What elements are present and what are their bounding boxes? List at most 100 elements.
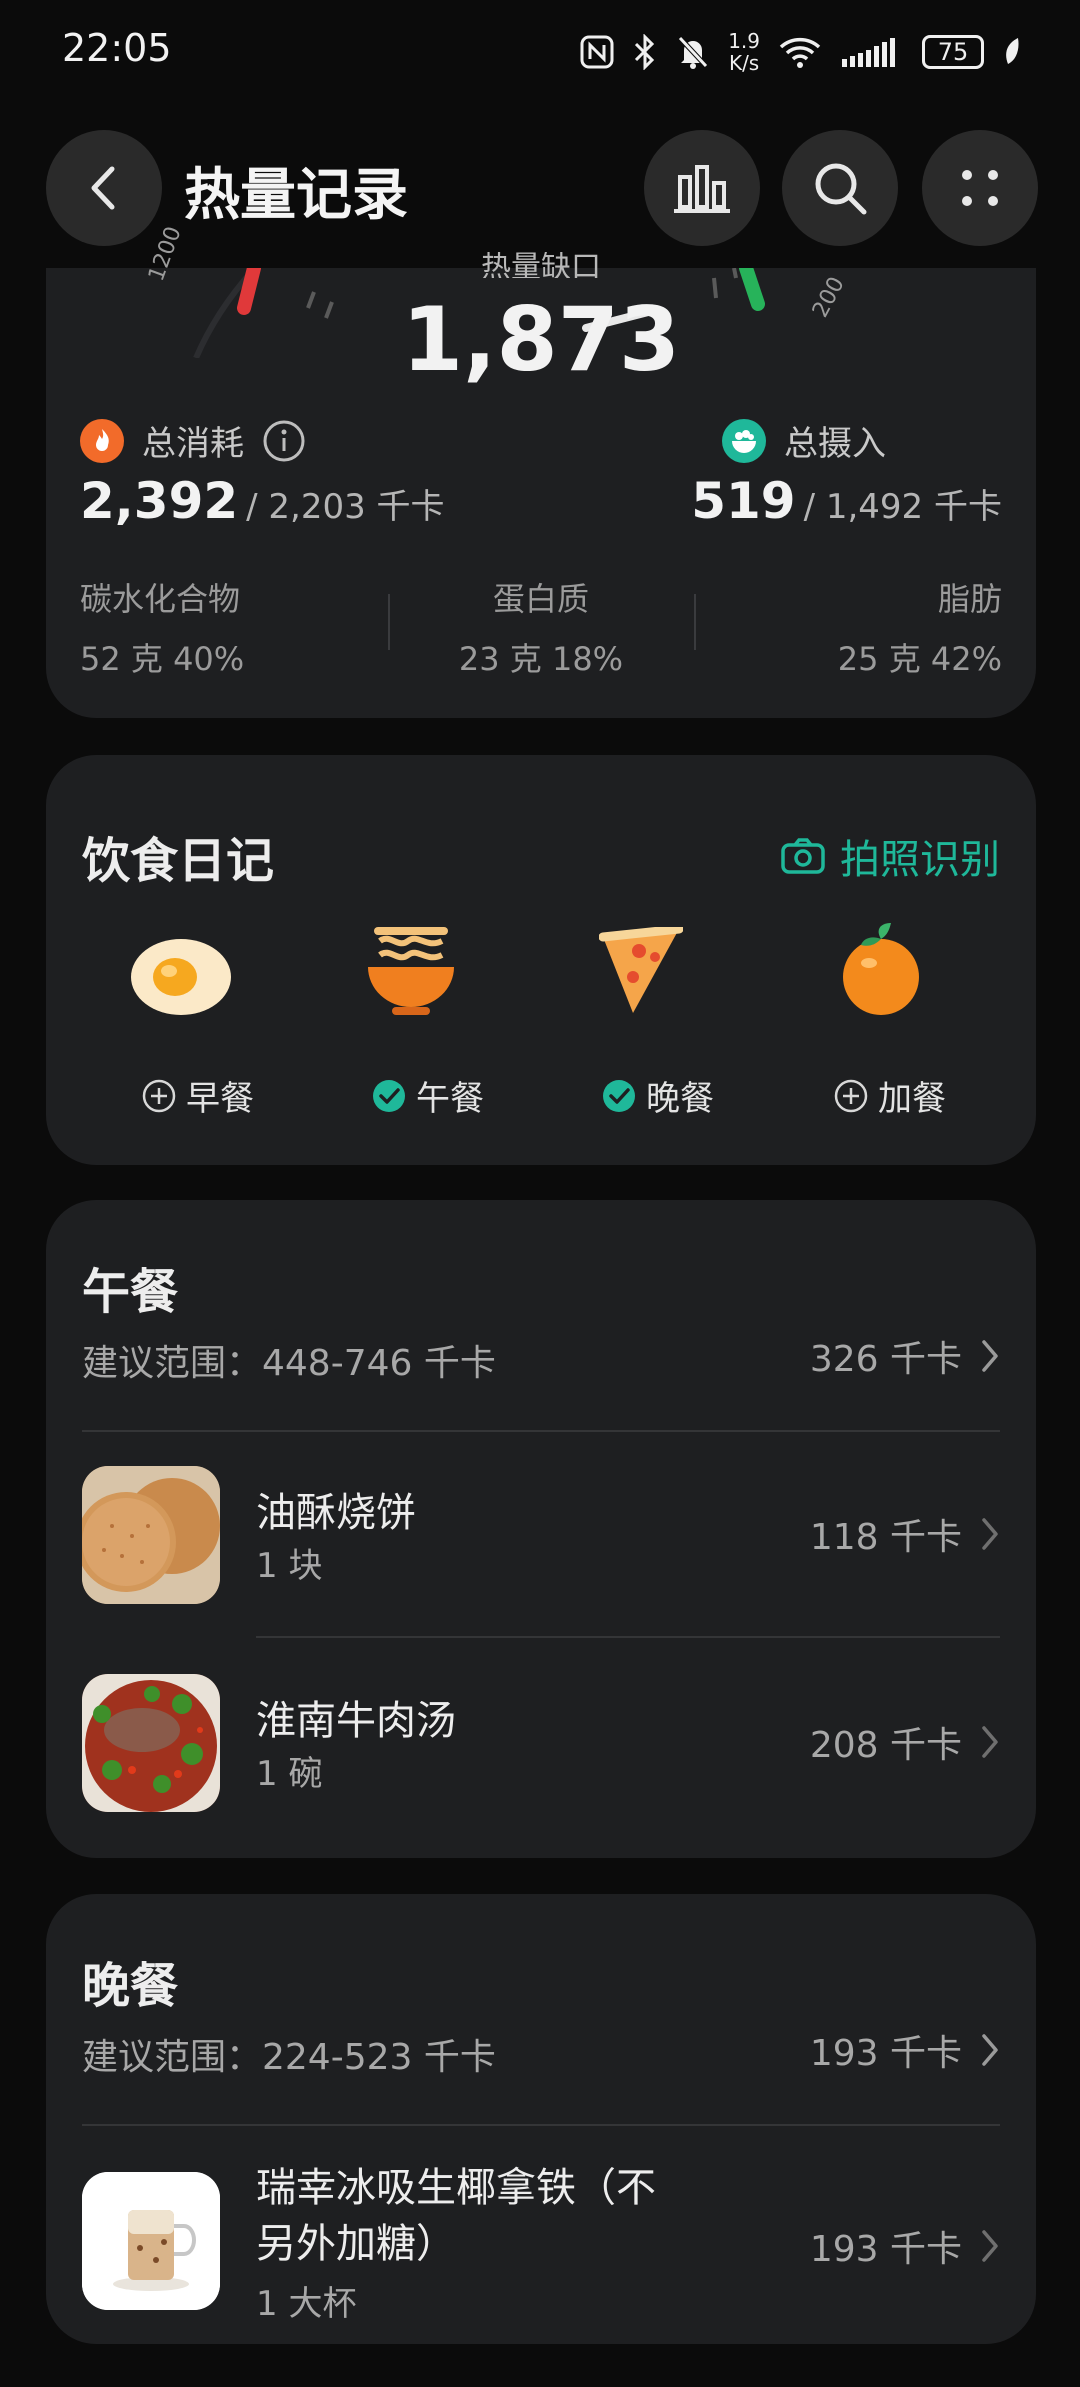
chevron-right-icon: [982, 2230, 998, 2262]
macro-detail: 25 克 42%: [837, 640, 1002, 678]
orange-icon: [843, 923, 919, 1015]
dinner-range: 建议范围：224-523 千卡: [82, 2037, 496, 2078]
total-burn-header: 总消耗: [80, 416, 306, 465]
meal-label: 加餐: [878, 1079, 946, 1119]
food-kcal: 208 千卡: [809, 1725, 962, 1766]
lunch-card: 午餐 建议范围：448-746 千卡 326 千卡 油酥烧饼 1 块 118 千…: [46, 1200, 1036, 1858]
photo-recognize-button[interactable]: 拍照识别: [780, 827, 1000, 885]
pizza-icon: [598, 924, 684, 1013]
dinner-total-link[interactable]: 193 千卡: [810, 2024, 1000, 2076]
macro-carbs: 碳水化合物 52 克 40%: [80, 574, 410, 680]
back-button[interactable]: [46, 130, 162, 246]
food-diary-card: 饮食日记 拍照识别 早餐 午餐 晚餐 加餐: [46, 755, 1036, 1165]
battery-icon: 75: [922, 35, 984, 69]
food-name: 淮南牛肉汤: [256, 1698, 456, 1744]
dinner-total: 193 千卡: [809, 2033, 962, 2074]
total-intake-values: 519 / 1,492 千卡: [691, 472, 1002, 530]
signal-icon: [840, 35, 904, 69]
leaf-icon: [1002, 36, 1022, 68]
check-circle-icon: [603, 1079, 635, 1112]
meal-snack-action[interactable]: 加餐: [834, 1071, 946, 1120]
macro-detail: 52 克 40%: [80, 640, 245, 678]
net-speed: 1.9 K/s: [728, 30, 760, 74]
food-item[interactable]: 油酥烧饼 1 块 118 千卡: [82, 1466, 1000, 1606]
food-item[interactable]: 淮南牛肉汤 1 碗 208 千卡: [82, 1674, 1000, 1814]
add-circle-icon: [142, 1079, 176, 1112]
food-kcal: 118 千卡: [809, 1517, 962, 1558]
more-dots-icon: [962, 170, 998, 206]
nfc-icon: [580, 35, 614, 69]
meal-breakfast-action[interactable]: 早餐: [142, 1071, 254, 1120]
status-bar: 22:05 1.9 K/s 75: [0, 0, 1080, 110]
total-intake-target: / 1,492 千卡: [803, 487, 1002, 527]
check-circle-icon: [373, 1079, 405, 1112]
meal-lunch-action[interactable]: 午餐: [372, 1071, 484, 1120]
chevron-right-icon: [982, 1518, 998, 1550]
dinner-title: 晚餐: [82, 1958, 179, 2014]
macro-fat: 脂肪 25 克 42%: [672, 574, 1002, 680]
food-item[interactable]: 瑞幸冰吸生椰拿铁（不 另外加糖） 1 大杯 193 千卡: [82, 2160, 1000, 2324]
meal-lunch[interactable]: [336, 923, 486, 1023]
chevron-right-icon: [982, 2034, 998, 2066]
calorie-summary-card: 1200 200 热量缺口 1,873 总消耗 2,392 / 2,203 千卡…: [46, 223, 1036, 718]
food-name: 油酥烧饼: [256, 1490, 416, 1536]
bar-chart-icon: [674, 165, 730, 213]
camera-icon: [781, 838, 825, 874]
divider: [82, 2124, 1000, 2126]
bowl-icon: [722, 418, 766, 463]
divider: [256, 1636, 1000, 1638]
status-icons: 1.9 K/s 75: [580, 30, 1022, 74]
meal-snack[interactable]: [806, 921, 956, 1021]
macro-name: 蛋白质: [492, 580, 589, 618]
flame-icon: [80, 418, 124, 463]
photo-recognize-label: 拍照识别: [840, 837, 1000, 883]
food-kcal-group: 118 千卡: [810, 1508, 1000, 1560]
noodle-bowl-icon: [368, 927, 454, 1015]
macro-protein: 蛋白质 23 克 18%: [376, 574, 706, 680]
divider: [82, 1430, 1000, 1432]
net-speed-value: 1.9: [728, 29, 760, 53]
egg-icon: [131, 939, 231, 1015]
more-button[interactable]: [922, 130, 1038, 246]
meal-label: 午餐: [416, 1079, 484, 1119]
total-burn-target: / 2,203 千卡: [246, 487, 445, 527]
food-name: 瑞幸冰吸生椰拿铁（不 另外加糖）: [256, 2160, 656, 2272]
food-kcal-group: 193 千卡: [810, 2220, 1000, 2272]
macro-detail: 23 克 18%: [458, 640, 624, 678]
gauge-label-clip: 热量缺口: [46, 252, 1036, 278]
meal-breakfast[interactable]: [106, 933, 256, 1021]
macro-name: 脂肪: [937, 580, 1002, 618]
meal-label: 早餐: [186, 1079, 254, 1119]
food-name-line2: 另外加糖）: [256, 2221, 456, 2267]
lunch-total: 326 千卡: [809, 1339, 962, 1380]
dinner-card: 晚餐 建议范围：224-523 千卡 193 千卡 瑞幸冰吸生椰拿铁（不 另外加…: [46, 1894, 1036, 2344]
meal-label: 晚餐: [646, 1079, 714, 1119]
macro-name: 碳水化合物: [80, 580, 241, 618]
total-intake-header: 总摄入: [722, 416, 886, 465]
total-intake-value: 519: [691, 472, 796, 530]
food-quantity: 1 大杯: [256, 2284, 357, 2324]
food-name-line1: 瑞幸冰吸生椰拿铁（不: [256, 2165, 656, 2211]
page-title: 热量记录: [184, 163, 408, 228]
status-time: 22:05: [62, 26, 172, 70]
statistics-button[interactable]: [644, 130, 760, 246]
info-icon[interactable]: [262, 419, 306, 463]
add-circle-icon: [834, 1079, 868, 1112]
lunch-total-link[interactable]: 326 千卡: [810, 1330, 1000, 1382]
search-icon: [815, 163, 867, 215]
food-thumbnail: [82, 2172, 220, 2310]
gauge-value: 1,873: [401, 288, 681, 391]
diary-title: 饮食日记: [82, 833, 275, 889]
lunch-range: 建议范围：448-746 千卡: [82, 1343, 496, 1384]
food-kcal-group: 208 千卡: [810, 1716, 1000, 1768]
chevron-right-icon: [982, 1726, 998, 1758]
food-thumbnail: [82, 1674, 220, 1812]
chevron-right-icon: [982, 1340, 998, 1372]
meal-dinner-action[interactable]: 晚餐: [602, 1071, 714, 1120]
search-button[interactable]: [782, 130, 898, 246]
total-intake-label: 总摄入: [784, 424, 886, 464]
food-quantity: 1 块: [256, 1546, 323, 1586]
wifi-icon: [778, 35, 822, 69]
total-burn-label: 总消耗: [142, 424, 244, 464]
meal-dinner[interactable]: [566, 924, 716, 1021]
